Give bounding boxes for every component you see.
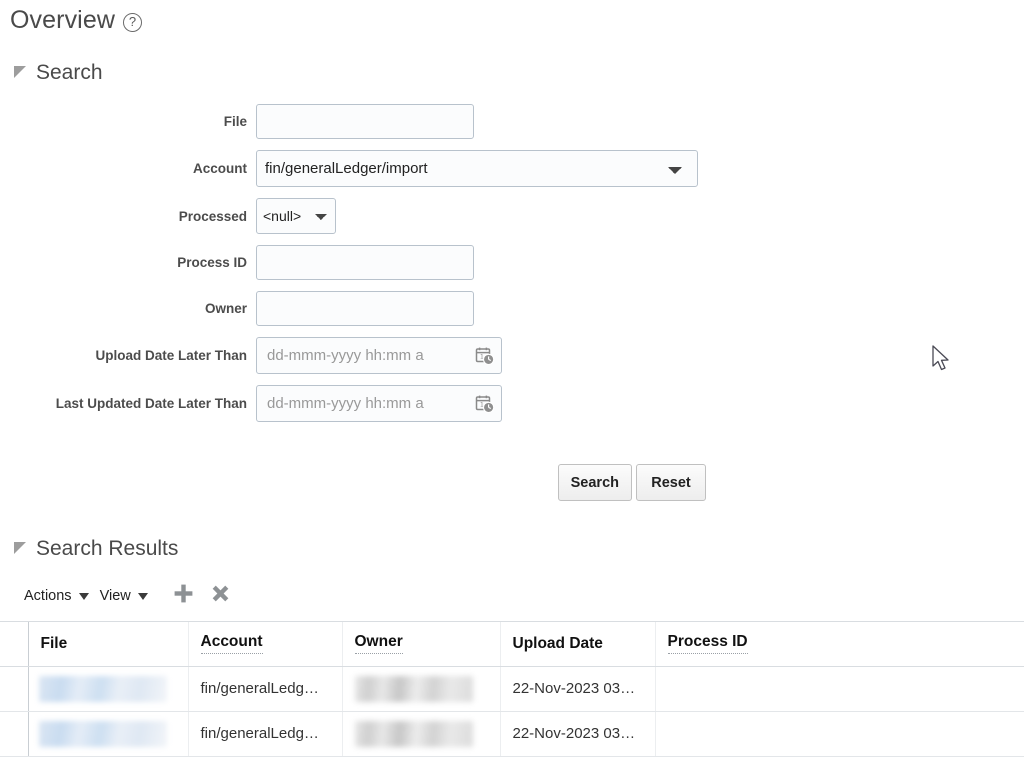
cell-upload-date: 22-Nov-2023 03… [500,711,656,757]
search-form-buttons: Search Reset [0,464,706,501]
reset-button[interactable]: Reset [636,464,706,501]
last-updated-date-field[interactable]: 1 [256,385,502,422]
cell-file [28,711,189,757]
results-section-title: Search Results [36,537,179,560]
view-menu-label: View [99,588,131,604]
row-select-cell[interactable] [0,711,29,757]
disclosure-triangle-icon[interactable] [14,542,27,555]
help-circle-icon[interactable]: ? [123,12,142,32]
form-row-last-updated-date: Last Updated Date Later Than 1 [0,385,720,422]
redacted-file-value [38,720,167,747]
process-id-input[interactable] [256,245,474,280]
label-account: Account [193,161,247,176]
upload-date-input[interactable] [265,346,475,365]
form-row-process-id: Process ID [0,245,720,280]
column-header-owner-label: Owner [354,633,403,655]
cell-owner [342,666,501,712]
owner-input[interactable] [256,291,474,326]
column-header-file[interactable]: File [28,622,189,667]
search-section-title: Search [36,61,103,84]
calendar-clock-icon[interactable]: 1 [475,394,495,414]
column-header-account[interactable]: Account [188,622,343,667]
chevron-down-icon [78,592,89,600]
column-header-account-label: Account [200,633,263,655]
account-select[interactable]: fin/generalLedger/import [256,150,698,187]
application-page: Overview ? Search File Account fin/gener… [0,0,1024,760]
label-file: File [223,114,247,129]
view-menu-button[interactable]: View [98,586,157,606]
page-title: Overview [10,6,115,34]
cell-account: fin/generalLedg… [188,666,343,712]
calendar-clock-icon[interactable]: 1 [475,346,495,366]
cell-process-id [655,666,1024,712]
column-header-file-label: File [40,634,68,652]
last-updated-date-input[interactable] [265,394,475,413]
upload-date-field[interactable]: 1 [256,337,502,374]
search-form: File Account fin/generalLedger/import Pr… [0,104,720,433]
column-header-upload-date[interactable]: Upload Date [500,622,656,667]
page-header: Overview ? [10,5,142,35]
form-row-file: File [0,104,720,139]
search-button[interactable]: Search [557,464,632,501]
redacted-file-value [38,675,167,702]
file-input[interactable] [256,104,474,139]
column-header-upload-date-label: Upload Date [512,634,603,652]
label-process-id: Process ID [177,255,247,270]
label-last-updated-date-later-than: Last Updated Date Later Than [55,396,247,411]
label-owner: Owner [204,301,247,316]
form-row-upload-date: Upload Date Later Than 1 [0,337,720,374]
redacted-owner-value [354,675,473,702]
actions-menu-label: Actions [24,588,72,604]
row-select-header [0,622,29,667]
table-row[interactable]: fin/generalLedg… 22-Nov-2023 03… [0,666,1024,712]
mouse-pointer-icon [932,345,954,375]
cell-file [28,666,189,712]
results-section-header[interactable]: Search Results [14,536,178,561]
cell-upload-date: 22-Nov-2023 03… [500,666,656,712]
cell-owner [342,711,501,757]
chevron-down-icon [137,592,148,600]
form-row-processed: Processed <null> [0,198,720,234]
cell-account: fin/generalLedg… [188,711,343,757]
column-header-process-id[interactable]: Process ID [655,622,1024,667]
column-header-process-id-label: Process ID [667,633,748,655]
table-header-row: File Account Owner Upload Date Process I… [0,622,1024,667]
processed-select[interactable]: <null> [256,198,336,234]
disclosure-triangle-icon[interactable] [14,66,27,79]
column-header-owner[interactable]: Owner [342,622,501,667]
form-row-account: Account fin/generalLedger/import [0,150,720,187]
table-row[interactable]: fin/generalLedg… 22-Nov-2023 03… [0,711,1024,757]
row-select-cell[interactable] [0,666,29,712]
actions-menu-button[interactable]: Actions [22,586,98,606]
redacted-owner-value [354,720,473,747]
label-processed: Processed [178,208,247,224]
cross-icon[interactable] [210,583,231,609]
plus-icon[interactable] [173,583,194,609]
results-toolbar: Actions View [22,583,231,609]
cell-process-id [655,711,1024,757]
label-upload-date-later-than: Upload Date Later Than [95,348,247,363]
search-section-header[interactable]: Search [14,60,103,85]
form-row-owner: Owner [0,291,720,326]
search-results-table: File Account Owner Upload Date Process I… [0,621,1024,757]
